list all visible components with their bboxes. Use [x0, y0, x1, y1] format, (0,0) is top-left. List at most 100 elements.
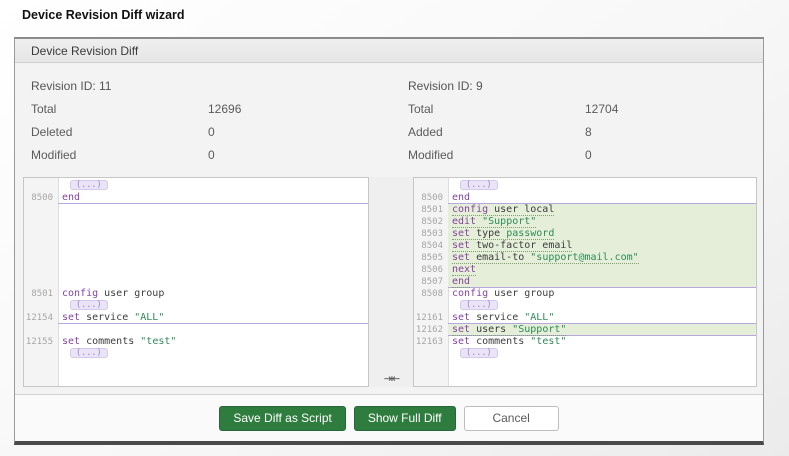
- line-number: 8505: [414, 252, 448, 264]
- diff-line: 8507end: [414, 276, 756, 288]
- line-number: 12154: [24, 312, 58, 324]
- line-number: 12161: [414, 312, 448, 324]
- save-diff-as-script-button[interactable]: Save Diff as Script: [219, 406, 345, 431]
- collapsed-row: (...): [414, 348, 756, 360]
- line-content: [58, 240, 368, 252]
- collapsed-lines-indicator[interactable]: (...): [460, 348, 498, 358]
- device-revision-diff-dialog: Device Revision Diff Revision ID: 11 Tot…: [14, 37, 764, 445]
- right-summary-row: Added8: [400, 121, 760, 144]
- summary-label: Modified: [23, 144, 208, 167]
- diff-line: 8504set two-factor email: [414, 240, 756, 252]
- line-number: 8507: [414, 276, 448, 288]
- left-summary-row: Total12696: [23, 98, 369, 121]
- diff-line: 8508 config user group: [414, 288, 756, 300]
- line-number: [24, 324, 58, 336]
- line-content: (...): [448, 180, 756, 192]
- summary-value: 12696: [208, 98, 369, 121]
- line-number: 12155: [24, 336, 58, 348]
- show-full-diff-button[interactable]: Show Full Diff: [354, 406, 456, 431]
- line-content: end: [448, 276, 756, 288]
- line-number: [24, 204, 58, 216]
- line-number: 8503: [414, 228, 448, 240]
- line-content: [58, 204, 368, 216]
- line-content: set two-factor email: [448, 240, 756, 252]
- spacer-row: [24, 252, 368, 264]
- code-text: next: [452, 264, 476, 276]
- diff-line: 8506 next: [414, 264, 756, 276]
- spacer-row: [24, 204, 368, 216]
- code-text: set users "Support": [452, 324, 566, 336]
- line-content: (...): [58, 180, 368, 192]
- summary-label: Total: [23, 98, 208, 121]
- diff-pane-right[interactable]: (...)8500end8501config user local8502edi…: [413, 177, 757, 387]
- summary-value: 0: [208, 121, 369, 144]
- spacer-row: [24, 216, 368, 228]
- collapsed-lines-indicator[interactable]: (...): [460, 300, 498, 310]
- line-number: 8500: [414, 192, 448, 204]
- diff-line: 8500end: [24, 192, 368, 204]
- line-content: config user group: [58, 288, 368, 300]
- line-content: (...): [58, 300, 368, 312]
- line-content: config user group: [448, 288, 756, 300]
- sync-scroll-icon[interactable]: ⇥⇤: [369, 372, 413, 385]
- left-revision-summary: Revision ID: 11 Total12696Deleted0Modifi…: [23, 75, 369, 167]
- summary-value: 12704: [585, 98, 760, 121]
- collapsed-lines-indicator[interactable]: (...): [70, 180, 108, 190]
- line-content: [58, 228, 368, 240]
- summary-label: Added: [400, 121, 585, 144]
- code-text: config user group: [452, 288, 554, 299]
- line-content: end: [448, 192, 756, 204]
- collapsed-row: (...): [24, 348, 368, 360]
- line-content: set users "Support": [448, 324, 756, 336]
- left-summary-row: Modified0: [23, 144, 369, 167]
- right-summary-row: Modified0: [400, 144, 760, 167]
- line-content: set comments "test": [448, 336, 756, 348]
- line-content: set email-to "support@mail.com": [448, 252, 756, 264]
- diff-pane-left[interactable]: (...)8500end8501config user group(...)12…: [23, 177, 369, 387]
- line-number: [24, 252, 58, 264]
- summary-label: Total: [400, 98, 585, 121]
- diff-line: 12154 set service "ALL": [24, 312, 368, 324]
- dialog-footer: Save Diff as Script Show Full Diff Cancel: [15, 394, 763, 441]
- line-content: edit "Support": [448, 216, 756, 228]
- line-content: [58, 216, 368, 228]
- summary-value: 8: [585, 121, 760, 144]
- line-number: [24, 300, 58, 312]
- right-summary-row: Total12704: [400, 98, 760, 121]
- spacer-row: [24, 240, 368, 252]
- line-content: (...): [58, 348, 368, 360]
- line-number: 8506: [414, 264, 448, 276]
- line-number: [24, 216, 58, 228]
- spacer-row: [24, 228, 368, 240]
- code-text: config user local: [452, 204, 554, 216]
- line-content: [58, 252, 368, 264]
- diff-line: 8500end: [414, 192, 756, 204]
- code-text: set comments "test": [452, 336, 566, 347]
- diff-line: 8502edit "Support": [414, 216, 756, 228]
- collapsed-lines-indicator[interactable]: (...): [70, 300, 108, 310]
- line-number: [24, 276, 58, 288]
- code-text: set service "ALL": [62, 312, 164, 323]
- line-number: [24, 228, 58, 240]
- collapsed-row: (...): [24, 180, 368, 192]
- line-number: [414, 180, 448, 192]
- diff-line: 8505set email-to "support@mail.com": [414, 252, 756, 264]
- collapsed-lines-indicator[interactable]: (...): [70, 348, 108, 358]
- summary-label: Modified: [400, 144, 585, 167]
- cancel-button[interactable]: Cancel: [464, 406, 559, 431]
- line-content: set service "ALL": [58, 312, 368, 324]
- line-number: 8508: [414, 288, 448, 300]
- collapsed-row: (...): [414, 300, 756, 312]
- code-text: set comments "test": [62, 336, 176, 347]
- collapsed-lines-indicator[interactable]: (...): [460, 180, 498, 190]
- line-number: [24, 240, 58, 252]
- line-content: end: [58, 192, 368, 204]
- line-content: set service "ALL": [448, 312, 756, 324]
- summary-value: 0: [208, 144, 369, 167]
- dialog-header: Device Revision Diff: [15, 39, 763, 63]
- line-number: [24, 348, 58, 360]
- diff-line: 12161set service "ALL": [414, 312, 756, 324]
- diff-line: 12155 set comments "test": [24, 336, 368, 348]
- line-number: 8502: [414, 216, 448, 228]
- left-revision-id: Revision ID: 11: [23, 75, 369, 98]
